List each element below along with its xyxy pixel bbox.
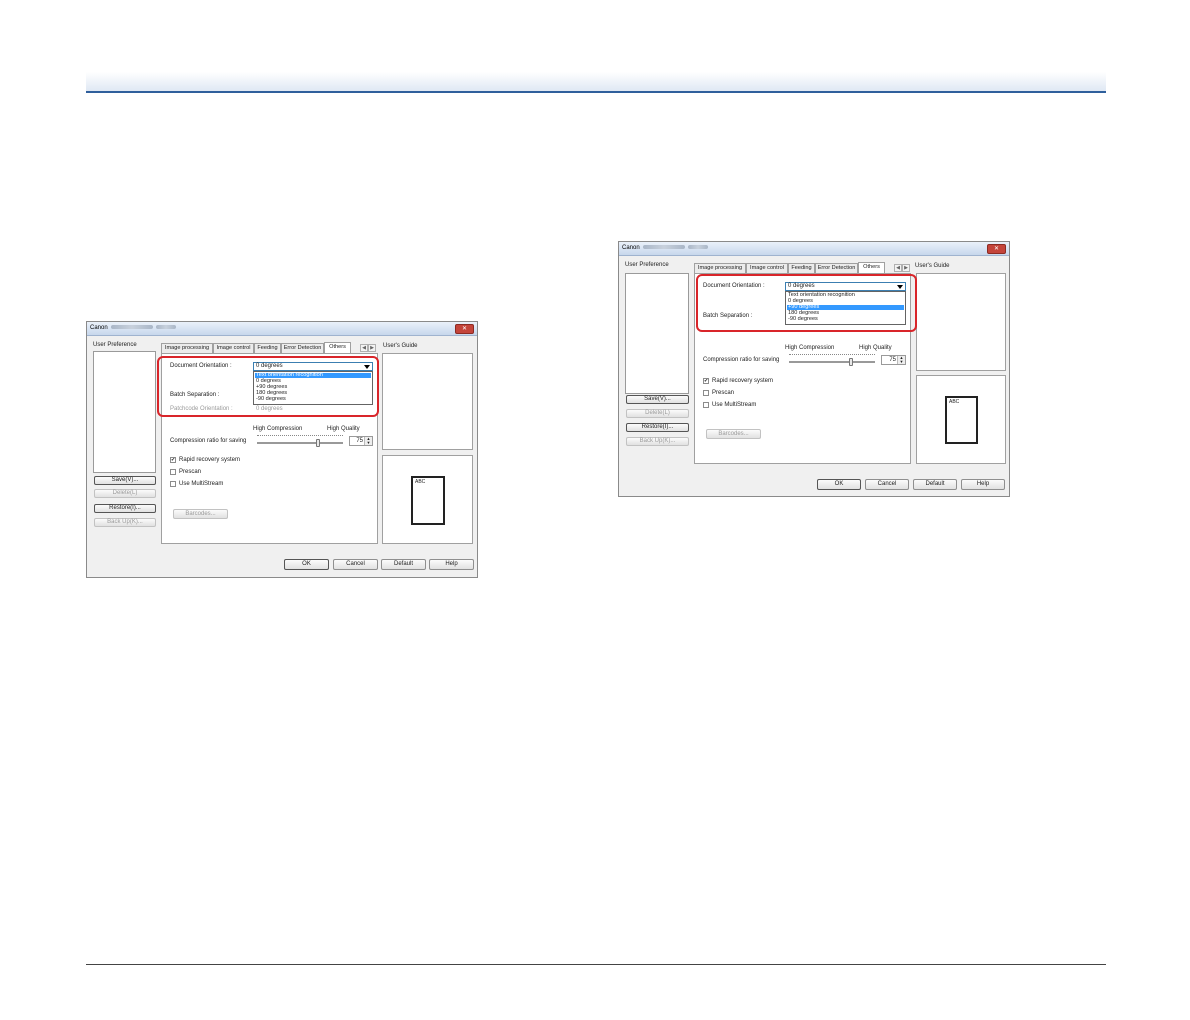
save-button[interactable]: Save(V)...	[94, 476, 156, 485]
user-preference-list[interactable]	[93, 351, 156, 473]
barcodes-button[interactable]: Barcodes...	[706, 429, 761, 439]
compression-value: 75	[356, 438, 363, 444]
compression-slider-track[interactable]	[257, 442, 343, 444]
default-button[interactable]: Default	[913, 479, 957, 490]
dialog-title: Canon	[90, 325, 108, 331]
title-bar: Canon ✕	[87, 322, 477, 336]
tab-image-processing[interactable]: Image processing	[161, 343, 213, 353]
compression-slider-track[interactable]	[789, 361, 875, 363]
page-header-rule	[86, 91, 1106, 93]
restore-button[interactable]: Restore(I)...	[94, 504, 156, 513]
blurred-title-text	[110, 325, 153, 330]
compression-value: 75	[889, 357, 896, 363]
page-preview-panel: ABC	[916, 375, 1006, 464]
tab-scroll-left-icon[interactable]: ◀	[360, 344, 368, 352]
users-guide-label: User's Guide	[383, 343, 418, 349]
tab-scroll-right-icon[interactable]: ▶	[902, 264, 910, 272]
highlight-box	[157, 356, 379, 417]
prescan-checkbox[interactable]	[703, 390, 709, 396]
dialog-title: Canon	[622, 245, 640, 251]
users-guide-panel	[916, 273, 1006, 371]
barcodes-button[interactable]: Barcodes...	[173, 509, 228, 519]
restore-button[interactable]: Restore(I)...	[626, 423, 689, 432]
compression-ratio-label: Compression ratio for saving	[170, 438, 247, 444]
ok-button[interactable]: OK	[817, 479, 861, 490]
compression-ratio-label: Compression ratio for saving	[703, 357, 780, 363]
default-button[interactable]: Default	[381, 559, 426, 570]
page-preview-panel: ABC	[382, 455, 473, 544]
slider-ticks	[257, 435, 343, 438]
spin-updown-icon[interactable]: ▲ ▼	[364, 437, 372, 445]
page-preview-text: ABC	[415, 479, 426, 485]
tab-feeding[interactable]: Feeding	[788, 263, 815, 273]
multistream-label: Use MultiStream	[712, 402, 757, 408]
high-quality-label: High Quality	[859, 345, 892, 351]
multistream-checkbox[interactable]	[703, 402, 709, 408]
save-button[interactable]: Save(V)...	[626, 395, 689, 404]
page-header-band	[86, 72, 1106, 91]
multistream-label: Use MultiStream	[179, 481, 224, 487]
ok-button[interactable]: OK	[284, 559, 329, 570]
blurred-title-text	[687, 245, 708, 250]
user-preference-label: User Preference	[93, 342, 137, 348]
spin-updown-icon[interactable]: ▲ ▼	[897, 356, 905, 364]
slider-ticks	[789, 354, 875, 357]
high-quality-label: High Quality	[327, 426, 360, 432]
tab-scroll-left-icon[interactable]: ◀	[894, 264, 902, 272]
tab-others[interactable]: Others	[858, 262, 885, 273]
compression-slider-thumb[interactable]	[316, 439, 320, 447]
high-compression-label: High Compression	[785, 345, 835, 351]
backup-button[interactable]: Back Up(K)...	[626, 437, 689, 446]
users-guide-label: User's Guide	[915, 263, 950, 269]
high-compression-label: High Compression	[253, 426, 303, 432]
title-bar: Canon ✕	[619, 242, 1009, 256]
multistream-checkbox[interactable]	[170, 481, 176, 487]
close-button[interactable]: ✕	[987, 244, 1006, 254]
compression-spinbox[interactable]: 75 ▲ ▼	[881, 355, 906, 365]
prescan-label: Prescan	[712, 390, 735, 396]
page-preview-icon: ABC	[411, 476, 445, 525]
prescan-label: Prescan	[179, 469, 202, 475]
cancel-button[interactable]: Cancel	[333, 559, 378, 570]
help-button[interactable]: Help	[961, 479, 1005, 490]
compression-slider-thumb[interactable]	[849, 358, 853, 366]
prescan-checkbox[interactable]	[170, 469, 176, 475]
tab-error-detection[interactable]: Error Detection	[815, 263, 858, 273]
page-preview-icon: ABC	[945, 396, 978, 444]
compression-spinbox[interactable]: 75 ▲ ▼	[349, 436, 373, 446]
rapid-recovery-checkbox[interactable]: ✔	[170, 457, 176, 463]
page-preview-text: ABC	[949, 399, 960, 405]
page-footer-rule	[86, 964, 1106, 965]
tab-image-processing[interactable]: Image processing	[694, 263, 746, 273]
tab-image-control[interactable]: Image control	[746, 263, 788, 273]
rapid-recovery-label: Rapid recovery system	[179, 457, 241, 463]
highlight-box	[696, 274, 917, 332]
help-button[interactable]: Help	[429, 559, 474, 570]
tab-error-detection[interactable]: Error Detection	[281, 343, 324, 353]
rapid-recovery-label: Rapid recovery system	[712, 378, 774, 384]
rapid-recovery-checkbox[interactable]: ✔	[703, 378, 709, 384]
blurred-title-text	[155, 325, 176, 330]
user-preference-list[interactable]	[625, 273, 689, 394]
tab-image-control[interactable]: Image control	[213, 343, 254, 353]
backup-button[interactable]: Back Up(K)...	[94, 518, 156, 527]
users-guide-panel	[382, 353, 473, 450]
tab-feeding[interactable]: Feeding	[254, 343, 281, 353]
user-preference-label: User Preference	[625, 262, 669, 268]
tab-scroll-right-icon[interactable]: ▶	[368, 344, 376, 352]
tab-others[interactable]: Others	[324, 342, 351, 353]
cancel-button[interactable]: Cancel	[865, 479, 909, 490]
close-button[interactable]: ✕	[455, 324, 474, 334]
delete-button[interactable]: Delete(L)	[626, 409, 689, 418]
blurred-title-text	[642, 245, 685, 250]
delete-button[interactable]: Delete(L)	[94, 489, 156, 498]
